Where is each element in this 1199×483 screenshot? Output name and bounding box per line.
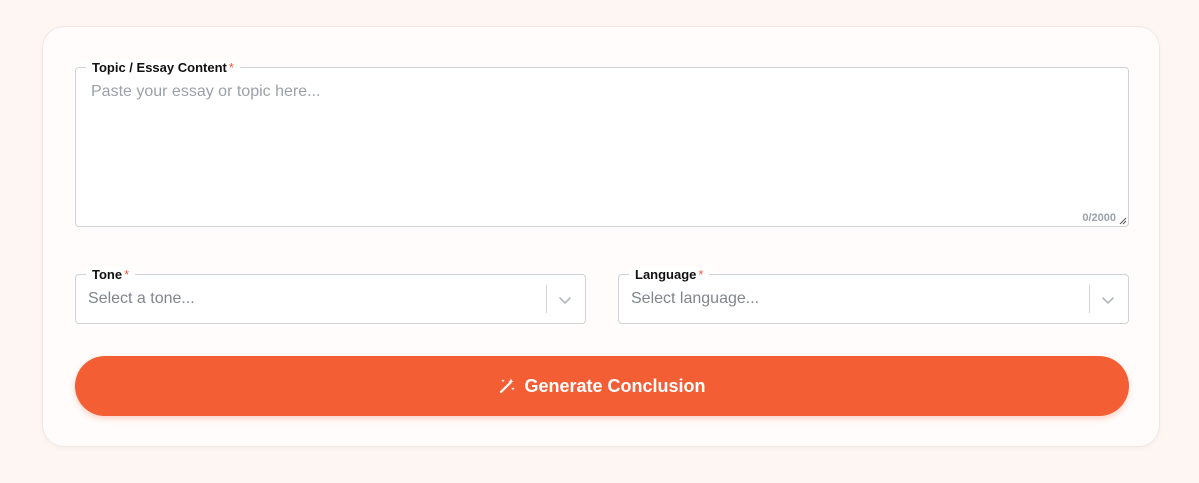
topic-field: Topic / Essay Content* 0/2000 bbox=[75, 60, 1129, 227]
character-counter: 0/2000 bbox=[1082, 212, 1116, 224]
select-separator bbox=[546, 285, 547, 313]
language-label: Language * bbox=[629, 267, 710, 282]
required-mark: * bbox=[124, 267, 130, 282]
conclusion-form-card: Topic / Essay Content* 0/2000 Tone* Sele… bbox=[42, 26, 1160, 447]
language-select[interactable]: Language * Select language... bbox=[618, 267, 1129, 324]
generate-button-label: Generate Conclusion bbox=[524, 375, 706, 396]
magic-wand-icon bbox=[500, 378, 516, 394]
tone-placeholder: Select a tone... bbox=[88, 290, 195, 307]
required-mark: * bbox=[698, 267, 704, 282]
generate-conclusion-button[interactable]: Generate Conclusion bbox=[75, 356, 1129, 416]
chevron-down-icon[interactable] bbox=[557, 292, 573, 308]
topic-textarea[interactable] bbox=[76, 68, 1128, 226]
language-placeholder: Select language... bbox=[631, 290, 760, 307]
resize-handle-icon[interactable] bbox=[1119, 217, 1127, 225]
select-separator bbox=[1089, 285, 1090, 313]
chevron-down-icon[interactable] bbox=[1100, 292, 1116, 308]
tone-select[interactable]: Tone * Select a tone... bbox=[75, 267, 586, 324]
tone-label: Tone * bbox=[86, 267, 136, 282]
